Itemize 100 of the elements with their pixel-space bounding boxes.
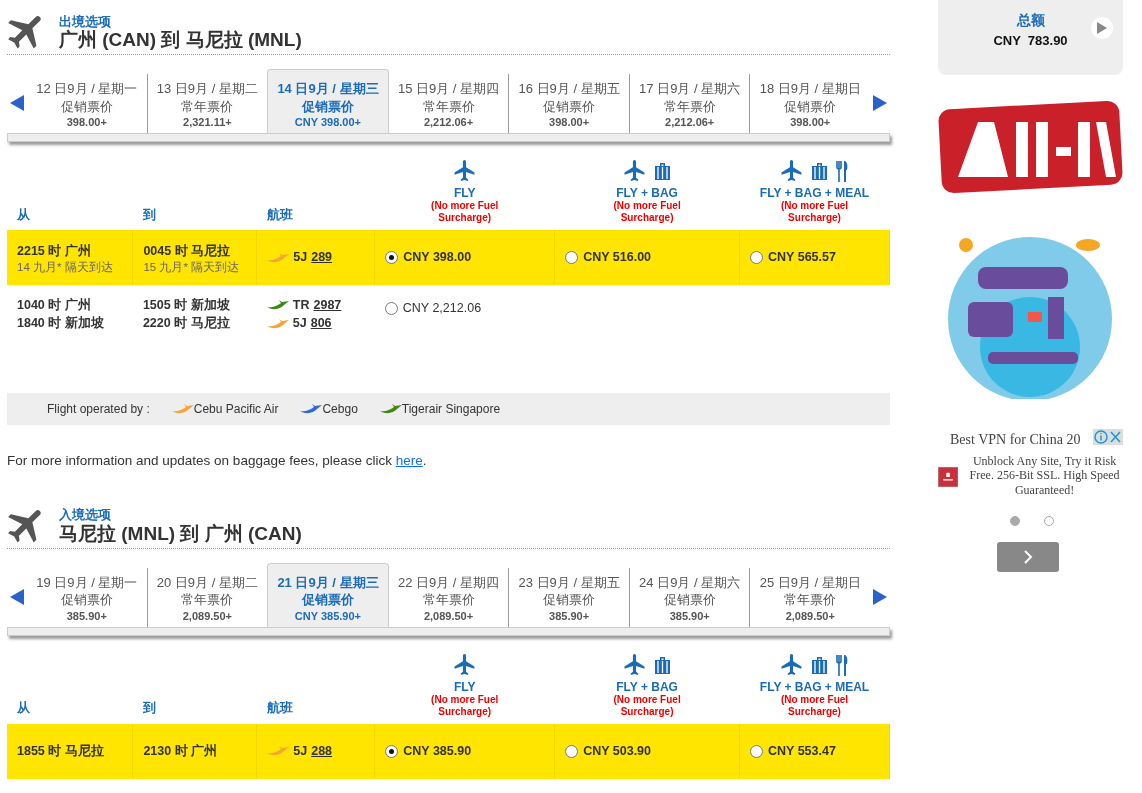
date-price: 2,089.50+ [181, 608, 233, 624]
date-price: 385.90+ [548, 608, 591, 624]
fare-type: 促销票价 [300, 97, 355, 116]
radio-button[interactable] [750, 744, 763, 758]
fare-price: CNY 385.90 [403, 743, 472, 761]
date-price: 398.00+ [548, 115, 591, 130]
total-amount: CNY 783.90 [992, 32, 1069, 50]
date-price: 2,321.11+ [182, 115, 233, 130]
date-label: 17 日9月 / 星期六 [638, 80, 742, 98]
radio-button[interactable] [385, 251, 399, 265]
date-price: 398.00+ [65, 115, 108, 130]
date-price: CNY 385.90+ [293, 608, 362, 624]
surcharge-note: (No more Fuel Surcharge) [612, 200, 682, 225]
arrival-date: 15 九月* 隔天到达 [143, 260, 241, 274]
date-tab[interactable]: 14 日9月 / 星期三 促销票价 CNY 398.00+ [267, 69, 389, 133]
surcharge-note: (No more Fuel Surcharge) [430, 200, 500, 225]
date-tab[interactable]: 16 日9月 / 星期五 促销票价 398.00+ [508, 74, 629, 133]
date-tab[interactable]: 24 日9月 / 星期六 促销票价 385.90+ [628, 567, 750, 627]
operator-name: Cebu Pacific Air [193, 401, 279, 419]
column-header: 从 [7, 649, 133, 724]
expand-button[interactable] [1091, 17, 1113, 39]
date-label: 19 日9月 / 星期一 [35, 573, 139, 592]
plane-icon [781, 159, 803, 182]
departure-time: 1840 时 新加坡 [17, 315, 105, 333]
column-header: 航班 [256, 155, 375, 231]
date-tab[interactable]: 17 日9月 / 星期六 常年票价 2,212.06+ [628, 74, 750, 133]
date-price: 2,089.50+ [422, 608, 475, 624]
fare-type: 促销票价 [542, 97, 597, 116]
date-tab[interactable]: 15 日9月 / 星期四 常年票价 2,212.06+ [388, 74, 509, 133]
fork-knife-icon [836, 159, 848, 182]
ad-text: Unblock Any Site, Try it Risk Free. 256-Bit SSL. High Speed Guaranteed! [968, 454, 1121, 499]
here-link[interactable]: here [395, 453, 423, 469]
surcharge-note: (No more Fuel Surcharge) [612, 693, 682, 718]
date-label: 20 日9月 / 星期二 [155, 573, 259, 592]
date-label: 14 日9月 / 星期三 [276, 80, 380, 98]
flight-row[interactable]: 1855 时 马尼拉 2130 时 广州 5J 288 CNY 385.90 CNY 503.90 CNY 553.47 [7, 723, 890, 779]
departure-time: 1040 时 广州 [17, 296, 92, 314]
flight-row[interactable]: 2215 时 广州 14 九月* 隔天到达 0045 时 马尼拉 15 九月* 隔天到达 5J 289 CNY 398.00 CNY 516.00 CNY 565.57 [7, 230, 890, 286]
ad-title: Best VPN for China 20 [949, 431, 1082, 449]
flight-number-link[interactable]: 2987 [313, 295, 342, 315]
fare-type: 促销票价 [59, 97, 114, 116]
date-label: 23 日9月 / 星期五 [517, 573, 621, 592]
arrival-time: 2220 时 马尼拉 [142, 315, 231, 333]
date-label: 13 日9月 / 星期二 [155, 80, 259, 98]
date-price: 385.90+ [65, 608, 108, 624]
arrival-time: 1505 时 新加坡 [142, 296, 231, 314]
surcharge-note: (No more Fuel Surcharge) [430, 693, 500, 718]
date-tab[interactable]: 23 日9月 / 星期五 促销票价 385.90+ [508, 567, 629, 627]
fare-price: CNY 565.57 [768, 249, 836, 267]
date-tab[interactable]: 25 日9月 / 星期日 常年票价 2,089.50+ [749, 567, 871, 627]
fare-price: CNY 398.00 [403, 249, 472, 267]
flight-number-link[interactable]: 288 [311, 742, 333, 761]
date-tab[interactable]: 19 日9月 / 星期一 促销票价 385.90+ [27, 567, 147, 627]
surcharge-note: (No more Fuel Surcharge) [779, 693, 850, 718]
luggage-icon [653, 161, 671, 180]
fork-knife-icon [836, 653, 848, 676]
plane-icon [781, 653, 803, 676]
column-header: 到 [132, 155, 257, 231]
radio-button[interactable] [565, 744, 579, 758]
section-label: 出境选项 [59, 14, 112, 29]
plane-icon [453, 653, 476, 676]
carrier-code: 5J [292, 315, 307, 333]
chevron-right-icon [1023, 550, 1033, 564]
date-label: 21 日9月 / 星期三 [276, 573, 380, 592]
operator-name: Cebgo [322, 401, 358, 419]
flight-number-link[interactable]: 289 [311, 248, 333, 268]
fare-title: FLY + BAG + MEAL [758, 185, 871, 201]
flight-row[interactable]: 1040 时 广州 1840 时 新加坡 1505 时 新加坡 2220 时 马尼拉 TR 2987 5J 806 CNY 2,212.06 [7, 285, 890, 344]
date-tab[interactable]: 21 日9月 / 星期三 促销票价 CNY 385.90+ [267, 562, 389, 627]
date-label: 24 日9月 / 星期六 [638, 573, 742, 592]
radio-button[interactable] [750, 251, 764, 265]
flight-number-link[interactable]: 806 [310, 314, 332, 334]
radio-button[interactable] [384, 302, 398, 316]
date-tab[interactable]: 22 日9月 / 星期四 常年票价 2,089.50+ [388, 567, 509, 627]
date-tab[interactable]: 18 日9月 / 星期日 促销票价 398.00+ [749, 74, 871, 133]
date-price: 398.00+ [789, 115, 832, 130]
luggage-icon [811, 655, 828, 674]
next-button[interactable] [997, 542, 1059, 572]
ad-close-icon[interactable] [1093, 429, 1123, 445]
fare-type: 常年票价 [180, 591, 235, 609]
departure-time: 1855 时 马尼拉 [17, 743, 105, 761]
fare-type: 常年票价 [421, 97, 476, 116]
plane-icon [453, 159, 476, 182]
baggage-info-text: For more information and updates on baggage fees, please click here. [7, 452, 428, 471]
column-header: 到 [132, 649, 257, 724]
radio-button[interactable] [565, 251, 579, 265]
departure-time: 2215 时 广州 [17, 243, 92, 261]
date-label: 18 日9月 / 星期日 [758, 80, 862, 98]
carousel-dot[interactable] [1010, 516, 1020, 526]
total-label: 总额 [1015, 11, 1046, 30]
date-price: CNY 398.00+ [293, 115, 362, 130]
play-icon [1097, 22, 1107, 34]
fare-type: 常年票价 [421, 591, 476, 609]
plane-icon [623, 159, 646, 182]
date-tab[interactable]: 12 日9月 / 星期一 促销票价 398.00+ [27, 74, 147, 133]
date-price: 2,089.50+ [784, 608, 836, 624]
fare-type: 常年票价 [180, 97, 235, 116]
operator-name: Tigerair Singapore [401, 401, 501, 419]
radio-button[interactable] [385, 744, 399, 758]
fare-title: FLY [452, 679, 477, 694]
